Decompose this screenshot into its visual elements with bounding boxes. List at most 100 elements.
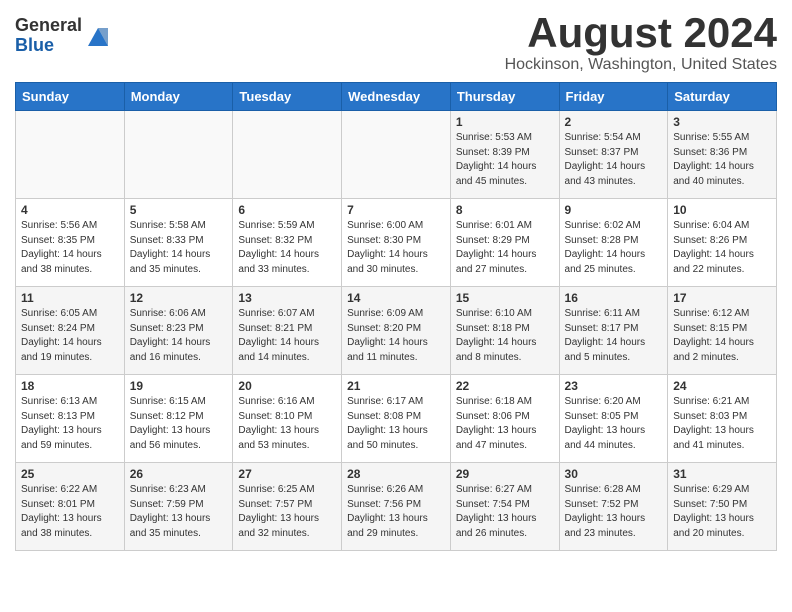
- day-info: Sunrise: 6:07 AM Sunset: 8:21 PM Dayligh…: [238, 307, 336, 365]
- day-info: Sunrise: 6:22 AM Sunset: 8:01 PM Dayligh…: [21, 483, 119, 541]
- weekday-header-wednesday: Wednesday: [342, 83, 451, 111]
- day-info: Sunrise: 6:26 AM Sunset: 7:56 PM Dayligh…: [347, 483, 445, 541]
- calendar-cell: 17 Sunrise: 6:12 AM Sunset: 8:15 PM Dayli…: [668, 287, 777, 375]
- day-info: Sunrise: 5:59 AM Sunset: 8:32 PM Dayligh…: [238, 219, 336, 277]
- day-number: 14: [347, 291, 445, 305]
- day-info: Sunrise: 6:11 AM Sunset: 8:17 PM Dayligh…: [565, 307, 663, 365]
- day-info: Sunrise: 6:06 AM Sunset: 8:23 PM Dayligh…: [130, 307, 228, 365]
- logo-icon: [84, 22, 112, 50]
- calendar-cell: 8Sunrise: 6:01 AM Sunset: 8:29 PM Daylig…: [450, 199, 559, 287]
- calendar-cell: 5 Sunrise: 5:58 AM Sunset: 8:33 PM Daylig…: [124, 199, 233, 287]
- weekday-header-row: SundayMondayTuesdayWednesdayThursdayFrid…: [16, 83, 777, 111]
- calendar-cell: 13 Sunrise: 6:07 AM Sunset: 8:21 PM Dayli…: [233, 287, 342, 375]
- weekday-header-sunday: Sunday: [16, 83, 125, 111]
- calendar-cell: 3Sunrise: 5:55 AM Sunset: 8:36 PM Daylig…: [668, 111, 777, 199]
- calendar-cell: 27 Sunrise: 6:25 AM Sunset: 7:57 PM Dayli…: [233, 463, 342, 551]
- day-info: Sunrise: 5:54 AM Sunset: 8:37 PM Dayligh…: [565, 131, 663, 189]
- day-number: 25: [21, 467, 119, 481]
- day-number: 13: [238, 291, 336, 305]
- day-info: Sunrise: 6:21 AM Sunset: 8:03 PM Dayligh…: [673, 395, 771, 453]
- weekday-header-monday: Monday: [124, 83, 233, 111]
- page-header: General Blue August 2024 Hockinson, Wash…: [15, 10, 777, 74]
- day-info: Sunrise: 5:58 AM Sunset: 8:33 PM Dayligh…: [130, 219, 228, 277]
- day-info: Sunrise: 6:25 AM Sunset: 7:57 PM Dayligh…: [238, 483, 336, 541]
- day-info: Sunrise: 6:17 AM Sunset: 8:08 PM Dayligh…: [347, 395, 445, 453]
- day-info: Sunrise: 6:13 AM Sunset: 8:13 PM Dayligh…: [21, 395, 119, 453]
- calendar-cell: 6 Sunrise: 5:59 AM Sunset: 8:32 PM Daylig…: [233, 199, 342, 287]
- calendar-cell: [342, 111, 451, 199]
- day-number: 30: [565, 467, 663, 481]
- weekday-header-friday: Friday: [559, 83, 668, 111]
- day-info: Sunrise: 6:02 AM Sunset: 8:28 PM Dayligh…: [565, 219, 663, 277]
- calendar-cell: 29 Sunrise: 6:27 AM Sunset: 7:54 PM Dayli…: [450, 463, 559, 551]
- month-title: August 2024: [505, 10, 777, 56]
- day-number: 6: [238, 203, 336, 217]
- calendar-cell: 2 Sunrise: 5:54 AM Sunset: 8:37 PM Daylig…: [559, 111, 668, 199]
- day-info: Sunrise: 6:01 AM Sunset: 8:29 PM Dayligh…: [456, 219, 554, 277]
- location: Hockinson, Washington, United States: [505, 56, 777, 74]
- day-number: 28: [347, 467, 445, 481]
- calendar-week-4: 18 Sunrise: 6:13 AM Sunset: 8:13 PM Dayli…: [16, 375, 777, 463]
- calendar-cell: 26 Sunrise: 6:23 AM Sunset: 7:59 PM Dayli…: [124, 463, 233, 551]
- day-number: 26: [130, 467, 228, 481]
- day-number: 17: [673, 291, 771, 305]
- calendar-header: SundayMondayTuesdayWednesdayThursdayFrid…: [16, 83, 777, 111]
- day-number: 27: [238, 467, 336, 481]
- calendar-cell: 9 Sunrise: 6:02 AM Sunset: 8:28 PM Daylig…: [559, 199, 668, 287]
- day-number: 3: [673, 115, 771, 129]
- calendar-cell: 14 Sunrise: 6:09 AM Sunset: 8:20 PM Dayli…: [342, 287, 451, 375]
- day-info: Sunrise: 6:18 AM Sunset: 8:06 PM Dayligh…: [456, 395, 554, 453]
- day-info: Sunrise: 6:15 AM Sunset: 8:12 PM Dayligh…: [130, 395, 228, 453]
- calendar-cell: [233, 111, 342, 199]
- weekday-header-tuesday: Tuesday: [233, 83, 342, 111]
- day-number: 4: [21, 203, 119, 217]
- calendar-week-5: 25 Sunrise: 6:22 AM Sunset: 8:01 PM Dayli…: [16, 463, 777, 551]
- day-number: 9: [565, 203, 663, 217]
- day-info: Sunrise: 5:56 AM Sunset: 8:35 PM Dayligh…: [21, 219, 119, 277]
- day-info: Sunrise: 6:28 AM Sunset: 7:52 PM Dayligh…: [565, 483, 663, 541]
- calendar-cell: 22Sunrise: 6:18 AM Sunset: 8:06 PM Dayli…: [450, 375, 559, 463]
- day-info: Sunrise: 6:12 AM Sunset: 8:15 PM Dayligh…: [673, 307, 771, 365]
- calendar-cell: 18 Sunrise: 6:13 AM Sunset: 8:13 PM Dayli…: [16, 375, 125, 463]
- day-number: 19: [130, 379, 228, 393]
- day-number: 29: [456, 467, 554, 481]
- day-info: Sunrise: 6:23 AM Sunset: 7:59 PM Dayligh…: [130, 483, 228, 541]
- day-number: 31: [673, 467, 771, 481]
- day-number: 16: [565, 291, 663, 305]
- day-number: 5: [130, 203, 228, 217]
- calendar-week-2: 4 Sunrise: 5:56 AM Sunset: 8:35 PM Daylig…: [16, 199, 777, 287]
- day-info: Sunrise: 6:27 AM Sunset: 7:54 PM Dayligh…: [456, 483, 554, 541]
- logo-blue: Blue: [15, 36, 82, 56]
- day-number: 7: [347, 203, 445, 217]
- logo-general: General: [15, 16, 82, 36]
- calendar-cell: 25 Sunrise: 6:22 AM Sunset: 8:01 PM Dayli…: [16, 463, 125, 551]
- title-block: August 2024 Hockinson, Washington, Unite…: [505, 10, 777, 74]
- day-info: Sunrise: 5:53 AM Sunset: 8:39 PM Dayligh…: [456, 131, 554, 189]
- calendar-cell: 24Sunrise: 6:21 AM Sunset: 8:03 PM Dayli…: [668, 375, 777, 463]
- calendar-cell: 12 Sunrise: 6:06 AM Sunset: 8:23 PM Dayli…: [124, 287, 233, 375]
- day-info: Sunrise: 6:00 AM Sunset: 8:30 PM Dayligh…: [347, 219, 445, 277]
- day-number: 12: [130, 291, 228, 305]
- calendar-cell: 4 Sunrise: 5:56 AM Sunset: 8:35 PM Daylig…: [16, 199, 125, 287]
- day-number: 18: [21, 379, 119, 393]
- calendar-cell: 31Sunrise: 6:29 AM Sunset: 7:50 PM Dayli…: [668, 463, 777, 551]
- day-info: Sunrise: 6:04 AM Sunset: 8:26 PM Dayligh…: [673, 219, 771, 277]
- day-info: Sunrise: 6:16 AM Sunset: 8:10 PM Dayligh…: [238, 395, 336, 453]
- day-number: 1: [456, 115, 554, 129]
- calendar-cell: 23 Sunrise: 6:20 AM Sunset: 8:05 PM Dayli…: [559, 375, 668, 463]
- calendar-cell: 19 Sunrise: 6:15 AM Sunset: 8:12 PM Dayli…: [124, 375, 233, 463]
- calendar-cell: 7 Sunrise: 6:00 AM Sunset: 8:30 PM Daylig…: [342, 199, 451, 287]
- calendar-cell: [124, 111, 233, 199]
- day-info: Sunrise: 6:10 AM Sunset: 8:18 PM Dayligh…: [456, 307, 554, 365]
- day-info: Sunrise: 6:09 AM Sunset: 8:20 PM Dayligh…: [347, 307, 445, 365]
- weekday-header-saturday: Saturday: [668, 83, 777, 111]
- calendar-cell: 30 Sunrise: 6:28 AM Sunset: 7:52 PM Dayli…: [559, 463, 668, 551]
- calendar-cell: 21Sunrise: 6:17 AM Sunset: 8:08 PM Dayli…: [342, 375, 451, 463]
- day-info: Sunrise: 6:20 AM Sunset: 8:05 PM Dayligh…: [565, 395, 663, 453]
- day-number: 2: [565, 115, 663, 129]
- day-number: 23: [565, 379, 663, 393]
- calendar-cell: 16 Sunrise: 6:11 AM Sunset: 8:17 PM Dayli…: [559, 287, 668, 375]
- day-number: 11: [21, 291, 119, 305]
- weekday-header-thursday: Thursday: [450, 83, 559, 111]
- day-info: Sunrise: 6:05 AM Sunset: 8:24 PM Dayligh…: [21, 307, 119, 365]
